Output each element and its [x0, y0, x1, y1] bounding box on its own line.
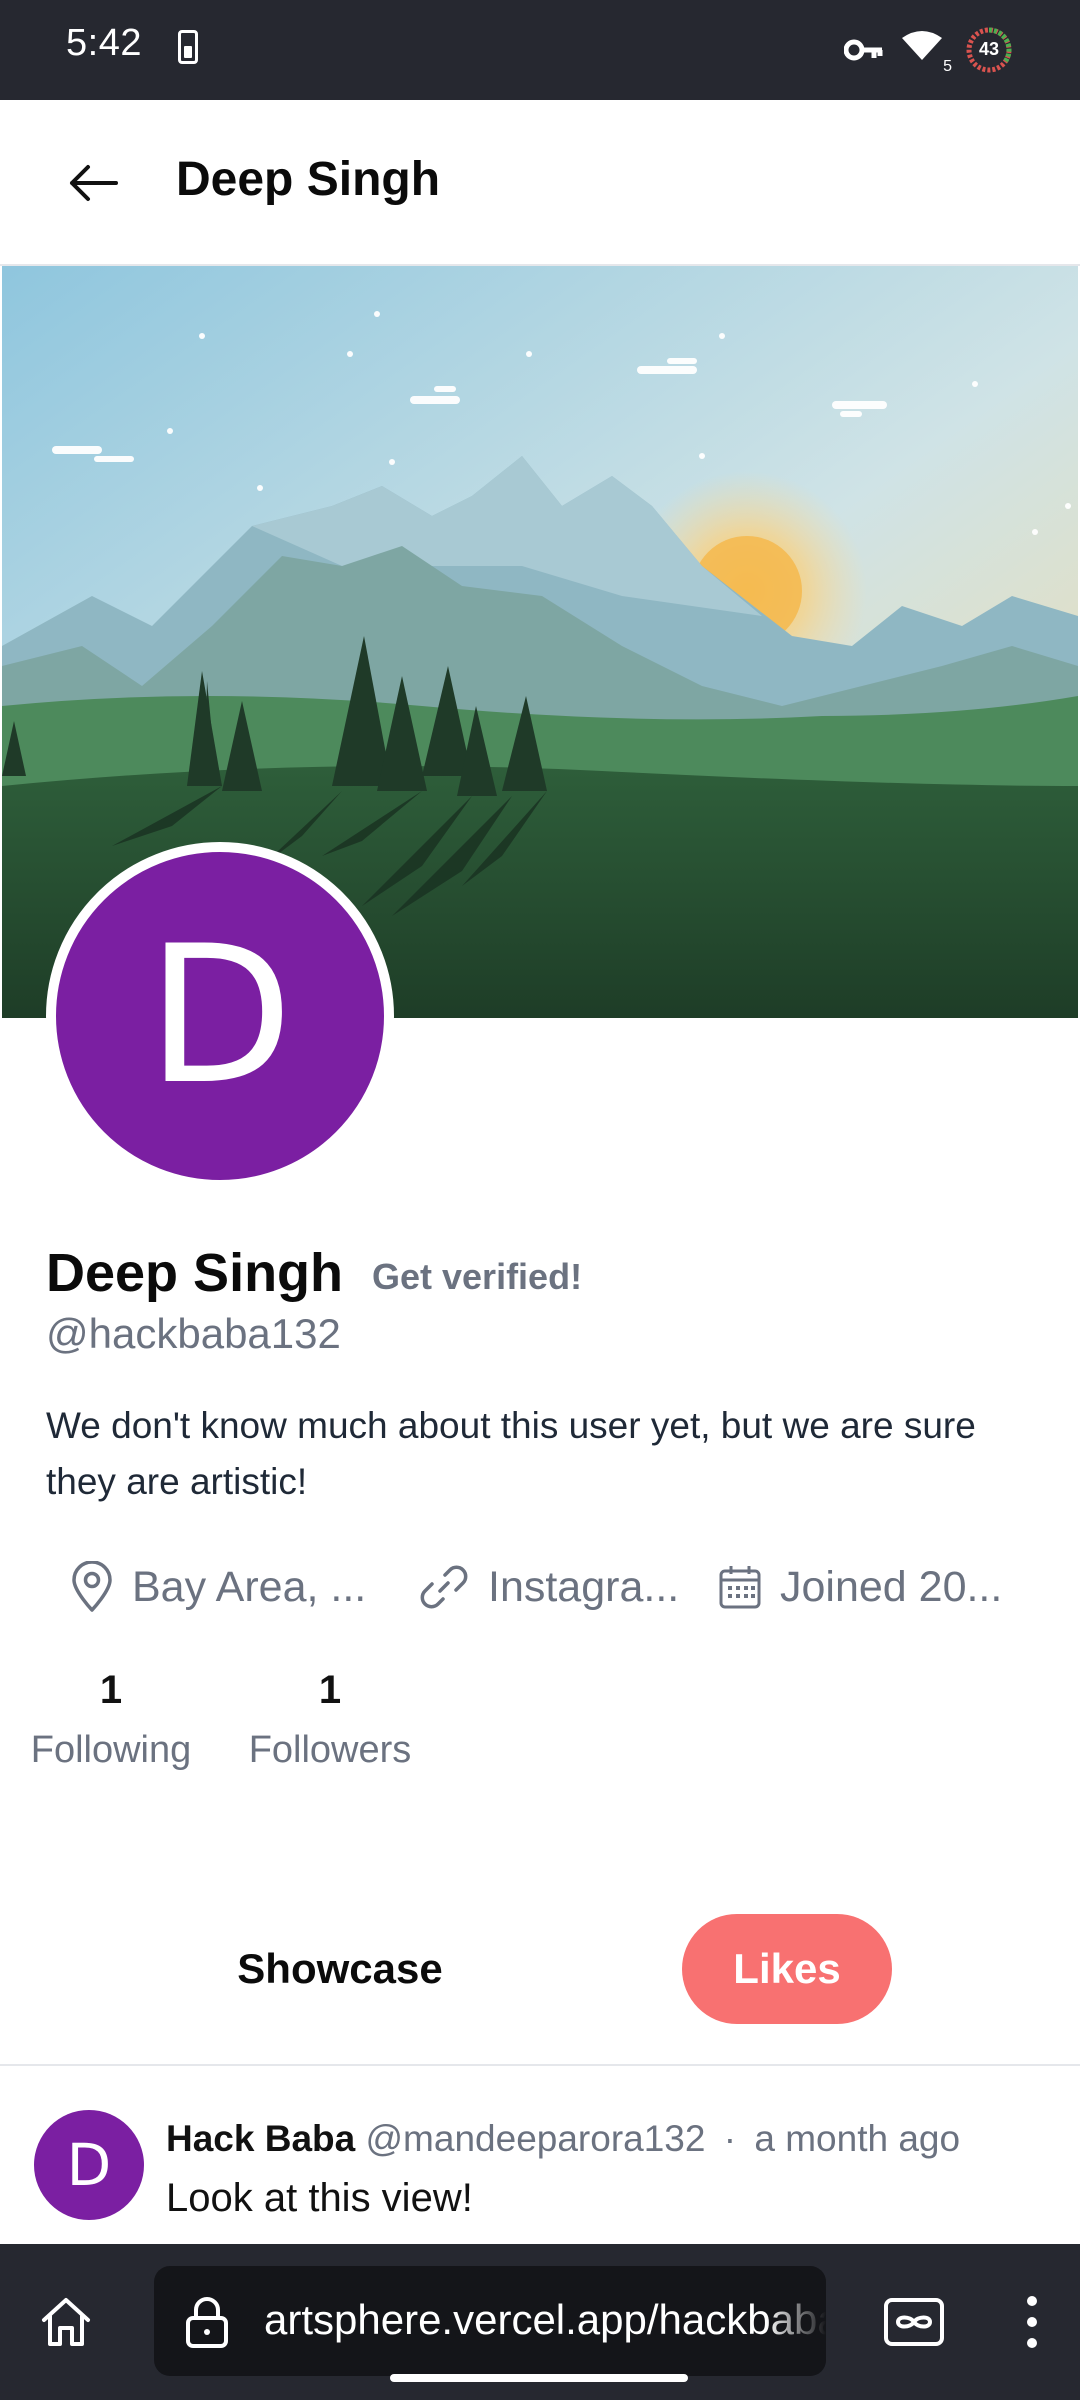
profile-name: Deep Singh — [46, 1243, 344, 1303]
post-header: Hack Baba @mandeeparora132 · a month ago — [166, 2118, 960, 2160]
wifi-icon: 5 — [902, 30, 952, 75]
status-icons: 5 43 — [844, 20, 1014, 80]
get-verified-link[interactable]: Get verified! — [372, 1256, 582, 1298]
link-icon — [420, 1565, 468, 1609]
status-bar: 5:42 5 43 — [0, 0, 1080, 100]
meta-location: Bay Area, ... — [70, 1552, 366, 1622]
menu-dot — [1027, 2338, 1037, 2348]
reader-mode-icon — [884, 2298, 944, 2346]
profile-tabs: Showcase Likes — [0, 1906, 1080, 2066]
url-fade — [766, 2266, 826, 2376]
key-icon — [844, 39, 883, 61]
battery-icon — [178, 30, 198, 64]
link-text: Instagra... — [488, 1562, 680, 1611]
url-text: artsphere.vercel.app/hackbaba132 — [264, 2296, 826, 2343]
tab-showcase[interactable]: Showcase — [200, 1914, 480, 2024]
profile-meta: Bay Area, ... Instagra... Joined 20... — [70, 1552, 1030, 1622]
menu-dot — [1027, 2317, 1037, 2327]
more-vert-icon — [1027, 2296, 1037, 2306]
followers-count: 1 — [318, 1668, 342, 1712]
joined-text: Joined 20... — [780, 1562, 1003, 1611]
post-handle: @mandeeparora132 — [365, 2118, 706, 2159]
battery-ring-icon: 43 — [964, 25, 1014, 75]
following-label: Following — [30, 1729, 192, 1771]
tab-likes[interactable]: Likes — [682, 1914, 892, 2024]
location-text: Bay Area, ... — [132, 1562, 367, 1611]
home-button[interactable] — [34, 2290, 98, 2354]
calendar-icon — [719, 1566, 761, 1609]
page-title: Deep Singh — [176, 153, 441, 206]
url-bar[interactable]: artsphere.vercel.app/hackbaba132 — [154, 2266, 826, 2376]
map-pin-icon — [72, 1561, 112, 1612]
followers-label: Followers — [248, 1729, 412, 1771]
avatar-letter: D — [146, 905, 294, 1126]
back-button[interactable] — [58, 150, 128, 216]
following-stat[interactable]: 1 Following — [26, 1668, 196, 1772]
profile-handle: @hackbaba132 — [46, 1310, 341, 1357]
profile-avatar[interactable]: D — [46, 842, 394, 1190]
gesture-handle[interactable] — [390, 2374, 688, 2382]
meta-joined: Joined 20... — [718, 1552, 1002, 1622]
post-avatar[interactable]: D — [34, 2110, 144, 2220]
reader-mode-button[interactable] — [882, 2294, 946, 2352]
status-time: 5:42 — [66, 22, 142, 64]
battery-percent: 43 — [978, 39, 1000, 59]
post-time: a month ago — [754, 2118, 961, 2159]
arrow-left-icon — [70, 165, 118, 201]
following-count: 1 — [99, 1668, 123, 1712]
post-author[interactable]: Hack Baba — [166, 2118, 355, 2159]
home-icon — [42, 2298, 90, 2346]
app-header: Deep Singh — [0, 100, 1080, 266]
post-text: Look at this view! — [166, 2176, 473, 2220]
more-vert-button[interactable] — [1012, 2290, 1052, 2354]
post-separator: · — [723, 2118, 737, 2159]
post-item[interactable]: D Hack Baba @mandeeparora132 · a month a… — [0, 2066, 1080, 2246]
profile-bio: We don't know much about this user yet, … — [46, 1405, 976, 1502]
wifi-badge: 5 — [943, 58, 952, 75]
lock-icon — [186, 2297, 228, 2348]
meta-link[interactable]: Instagra... — [418, 1552, 679, 1622]
followers-stat[interactable]: 1 Followers — [242, 1668, 418, 1772]
